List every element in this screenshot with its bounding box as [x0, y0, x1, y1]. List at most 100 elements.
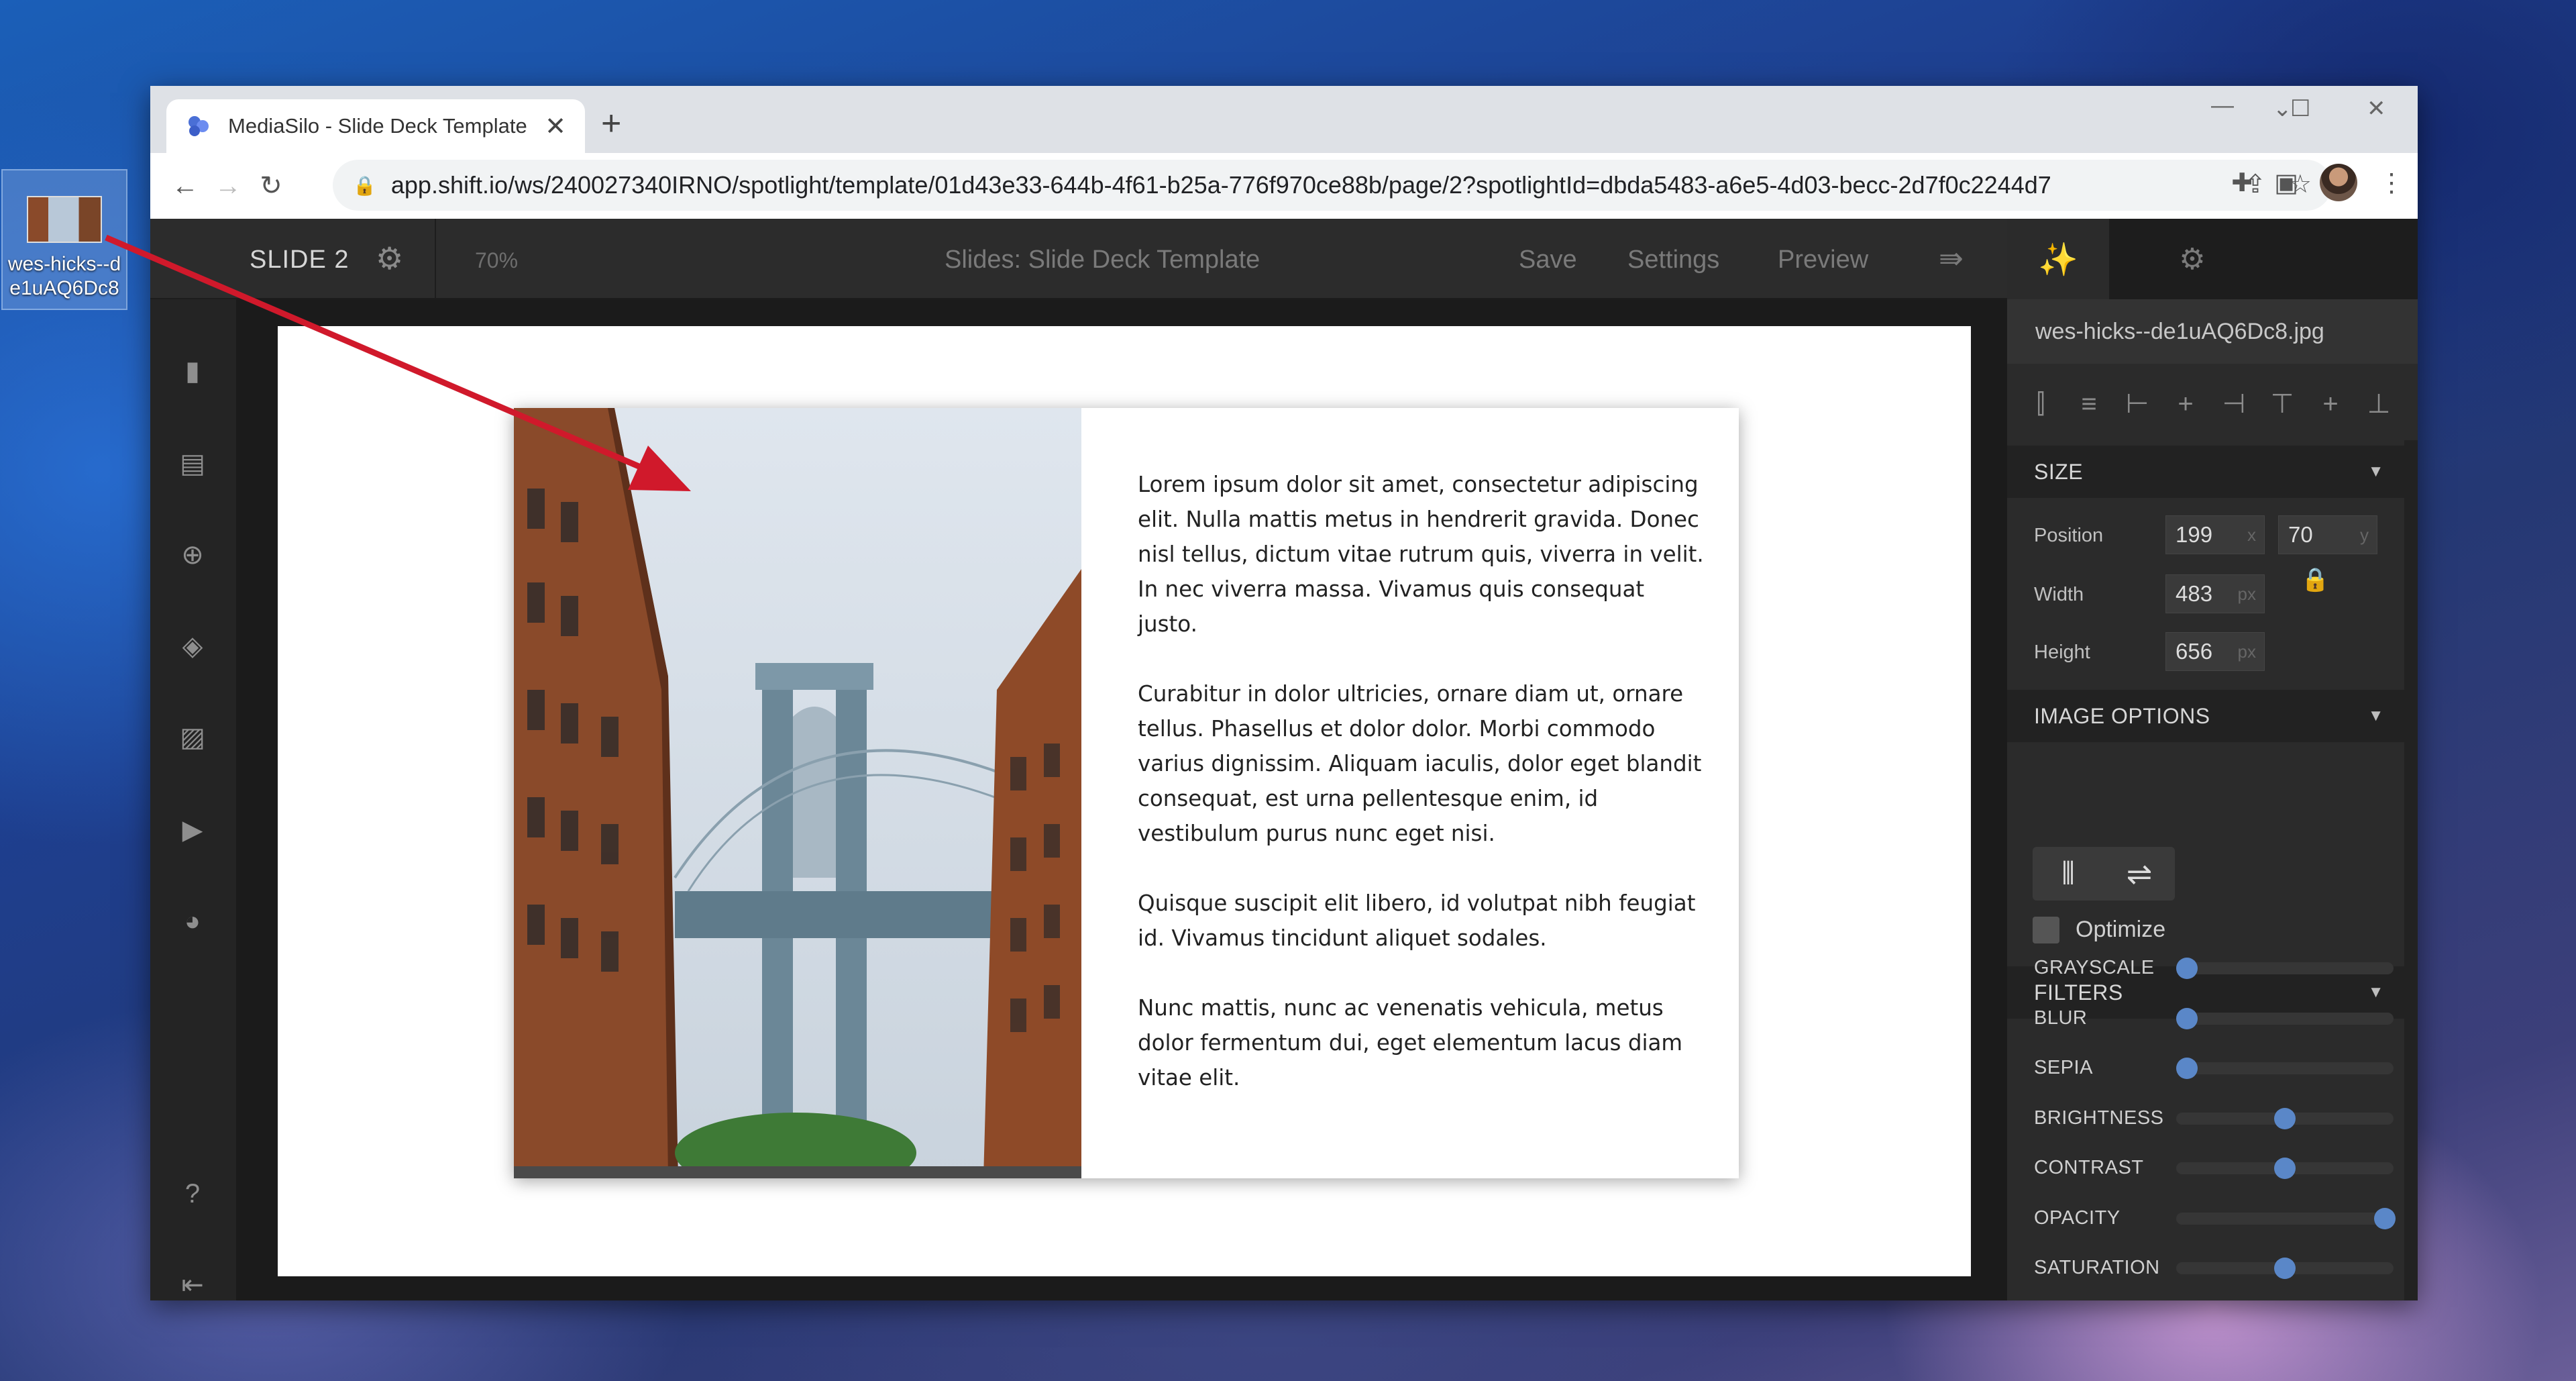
bridge-photo-image[interactable] [514, 408, 1081, 1178]
lock-icon: 🔒 [353, 174, 376, 196]
divider [435, 219, 436, 299]
optimize-label: Optimize [2076, 917, 2166, 942]
panel-tabs: ✨ ⚙ [2007, 219, 2418, 299]
width-input[interactable]: 483 px [2165, 574, 2265, 613]
filter-slider[interactable] [2176, 1007, 2394, 1029]
reload-icon[interactable]: ↻ [250, 164, 292, 207]
width-label: Width [2034, 584, 2084, 605]
field-unit: px [2237, 642, 2256, 662]
settings-button[interactable]: Settings [1627, 246, 1719, 274]
zoom-level[interactable]: 70% [475, 248, 518, 273]
selected-filename: wes-hicks--de1uAQ6Dc8.jpg [2007, 299, 2418, 364]
slider-knob[interactable] [2176, 1007, 2198, 1029]
slider-knob[interactable] [2274, 1158, 2296, 1179]
tab-bar: MediaSilo - Slide Deck Template ✕ + ⌄ — … [150, 86, 2418, 153]
slide-text-block[interactable]: Lorem ipsum dolor sit amet, consectetur … [1138, 467, 1708, 1130]
filter-slider[interactable] [2176, 1258, 2394, 1279]
distribute-vertical-icon[interactable]: ≡ [2072, 387, 2106, 421]
new-tab-button[interactable]: + [601, 106, 621, 141]
filter-label: BLUR [2034, 1007, 2088, 1029]
field-value: 656 [2176, 639, 2213, 664]
slider-knob[interactable] [2274, 1258, 2296, 1279]
image-thumbnail [27, 196, 102, 243]
exit-icon[interactable]: ⇤ [177, 1270, 208, 1300]
position-label: Position [2034, 525, 2104, 546]
align-center-h-icon[interactable]: + [2168, 387, 2203, 421]
tab-search-icon[interactable]: ⌄ [2273, 95, 2292, 122]
filter-label: GRAYSCALE [2034, 957, 2155, 978]
slide-settings-gear-icon[interactable]: ⚙ [376, 240, 403, 276]
minimize-icon[interactable]: — [2211, 93, 2234, 119]
profile-avatar[interactable] [2320, 164, 2357, 201]
flip-vertical-icon[interactable]: ⇌ [2104, 847, 2175, 901]
filter-slider[interactable] [2176, 1058, 2394, 1079]
position-x-input[interactable]: 199 x [2165, 515, 2265, 554]
filter-label: CONTRAST [2034, 1157, 2144, 1178]
properties-panel: ✨ ⚙ wes-hicks--de1uAQ6Dc8.jpg ⫿ ≡ ⊢ + ⊣ … [2007, 219, 2418, 1300]
caret-down-icon: ▼ [2367, 707, 2384, 725]
field-unit: x [2247, 525, 2256, 545]
editor-app: SLIDE 2 ⚙ 70% Slides: Slide Deck Templat… [150, 219, 2418, 1300]
close-tab-icon[interactable]: ✕ [545, 111, 566, 142]
align-bottom-icon[interactable]: ⊥ [2361, 387, 2396, 421]
flip-horizontal-icon[interactable]: ⫴ [2033, 847, 2104, 901]
media-icon[interactable]: ▶ [177, 815, 208, 846]
desktop-file-icon[interactable]: wes-hicks--de1uAQ6Dc8 [1, 169, 127, 310]
magic-wand-icon[interactable]: ✨ [2007, 219, 2109, 299]
filter-slider[interactable] [2176, 1107, 2394, 1129]
close-window-icon[interactable]: ✕ [2367, 95, 2386, 122]
image-options-section-header[interactable]: IMAGE OPTIONS ▼ [2007, 690, 2404, 742]
publish-icon[interactable]: ⇛ [1939, 242, 1964, 276]
save-button[interactable]: Save [1519, 246, 1577, 274]
caret-down-icon: ▼ [2367, 462, 2384, 480]
slider-knob[interactable] [2176, 1058, 2198, 1079]
filter-label: OPACITY [2034, 1207, 2121, 1229]
aspect-lock-icon[interactable]: 🔒 [2301, 566, 2329, 593]
image-icon[interactable]: ▨ [177, 722, 208, 753]
back-icon[interactable]: ← [164, 164, 207, 207]
paragraph: Lorem ipsum dolor sit amet, consectetur … [1138, 472, 1704, 637]
slider-knob[interactable] [2374, 1207, 2396, 1229]
layout-icon[interactable]: ▤ [177, 448, 208, 479]
help-icon[interactable]: ? [177, 1178, 208, 1209]
forward-icon[interactable]: → [207, 164, 250, 207]
field-value: 70 [2288, 522, 2313, 547]
distribute-horizontal-icon[interactable]: ⫿ [2023, 387, 2058, 421]
tab-title: MediaSilo - Slide Deck Template [228, 114, 527, 138]
browser-tab[interactable]: MediaSilo - Slide Deck Template ✕ [166, 99, 585, 153]
align-right-icon[interactable]: ⊣ [2216, 387, 2251, 421]
align-middle-v-icon[interactable]: + [2313, 387, 2348, 421]
slider-knob[interactable] [2176, 958, 2198, 979]
slide-canvas[interactable]: Lorem ipsum dolor sit amet, consectetur … [278, 326, 1971, 1276]
field-value: 483 [2176, 581, 2213, 606]
panel-scrollbar[interactable] [2404, 440, 2418, 1300]
height-label: Height [2034, 642, 2090, 663]
browser-window: MediaSilo - Slide Deck Template ✕ + ⌄ — … [150, 86, 2418, 1300]
filter-slider[interactable] [2176, 1158, 2394, 1179]
filter-slider[interactable] [2176, 958, 2394, 979]
page-icon[interactable]: ▮ [177, 356, 208, 387]
left-toolbar: ▮ ▤ ⊕ ◈ ▨ ▶ ◕ ? ⇤ [150, 299, 236, 1300]
address-bar[interactable]: 🔒 app.shift.io/ws/240027340IRNO/spotligh… [333, 160, 2332, 211]
section-title: FILTERS [2034, 980, 2123, 1005]
editor-topbar: SLIDE 2 ⚙ 70% Slides: Slide Deck Templat… [150, 219, 2007, 299]
position-y-input[interactable]: 70 y [2278, 515, 2377, 554]
align-top-icon[interactable]: ⊤ [2265, 387, 2300, 421]
slider-knob[interactable] [2274, 1107, 2296, 1129]
filter-slider[interactable] [2176, 1207, 2396, 1229]
maximize-icon[interactable]: ☐ [2290, 95, 2310, 122]
filter-label: BRIGHTNESS [2034, 1107, 2164, 1129]
add-element-icon[interactable]: ⊕ [177, 540, 208, 570]
optimize-checkbox[interactable] [2033, 917, 2059, 943]
slide-label: SLIDE 2 [250, 246, 350, 274]
preview-button[interactable]: Preview [1778, 246, 1868, 274]
panel-settings-gear-icon[interactable]: ⚙ [2141, 219, 2243, 299]
height-input[interactable]: 656 px [2165, 632, 2265, 671]
menu-dots-icon[interactable]: ⋮ [2379, 168, 2404, 198]
palette-icon[interactable]: ◕ [177, 906, 208, 937]
align-left-icon[interactable]: ⊢ [2120, 387, 2155, 421]
layers-icon[interactable]: ◈ [177, 631, 208, 662]
size-section-header[interactable]: SIZE ▼ [2007, 446, 2404, 498]
side-panel-icon[interactable]: ▣ [2274, 168, 2298, 198]
extensions-icon[interactable]: ✚ [2231, 168, 2253, 198]
